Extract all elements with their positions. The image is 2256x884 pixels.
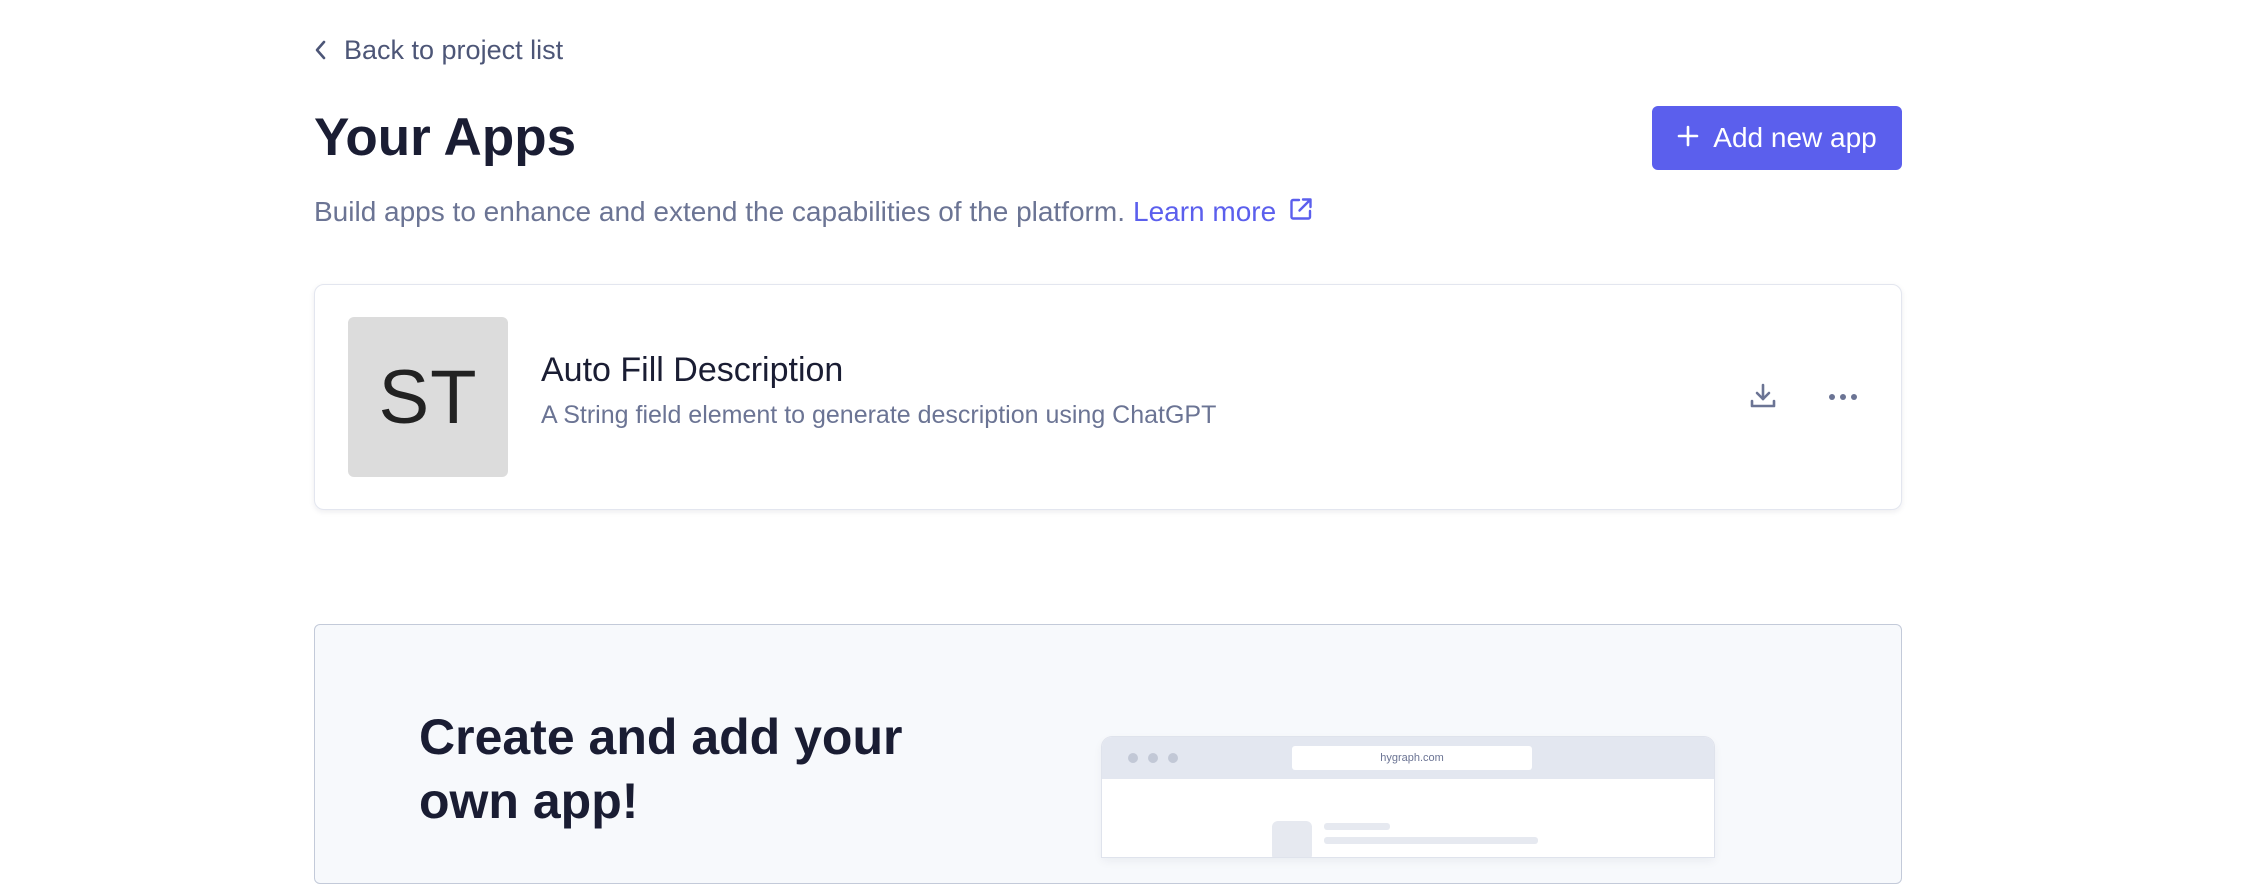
- skeleton-avatar: [1272, 821, 1312, 857]
- promo-title: Create and add your own app!: [419, 709, 903, 829]
- back-link-label: Back to project list: [344, 34, 564, 65]
- skeleton-line: [1324, 823, 1390, 830]
- chevron-left-icon: [314, 39, 328, 61]
- app-menu-button[interactable]: [1819, 373, 1867, 421]
- window-dot: [1168, 753, 1178, 763]
- plus-icon: [1677, 122, 1699, 154]
- app-avatar: ST: [348, 317, 508, 477]
- more-horizontal-icon: [1828, 390, 1858, 405]
- install-app-button[interactable]: [1739, 373, 1787, 421]
- app-name: Auto Fill Description: [541, 351, 844, 389]
- app-card[interactable]: ST Auto Fill Description A String field …: [314, 284, 1902, 510]
- add-new-app-button[interactable]: Add new app: [1652, 106, 1902, 170]
- skeleton-line: [1324, 837, 1538, 844]
- back-to-project-list-link[interactable]: Back to project list: [314, 30, 563, 70]
- app-description: A String field element to generate descr…: [541, 401, 1217, 429]
- browser-toolbar: hygraph.com: [1102, 737, 1714, 779]
- browser-url-bar: hygraph.com: [1292, 746, 1532, 770]
- learn-more-link[interactable]: Learn more: [1133, 196, 1314, 229]
- external-link-icon: [1288, 196, 1314, 229]
- browser-mockup-illustration: hygraph.com: [1102, 737, 1714, 857]
- window-dot: [1128, 753, 1138, 763]
- subtitle-text: Build apps to enhance and extend the cap…: [314, 196, 1125, 227]
- window-dot: [1148, 753, 1158, 763]
- page-subtitle: Build apps to enhance and extend the cap…: [314, 192, 1314, 232]
- download-icon: [1748, 381, 1778, 414]
- page-title: Your Apps: [314, 108, 577, 167]
- learn-more-label: Learn more: [1133, 196, 1277, 227]
- add-new-app-label: Add new app: [1713, 122, 1877, 153]
- create-app-promo: Create and add your own app! hygraph.com: [314, 624, 1902, 884]
